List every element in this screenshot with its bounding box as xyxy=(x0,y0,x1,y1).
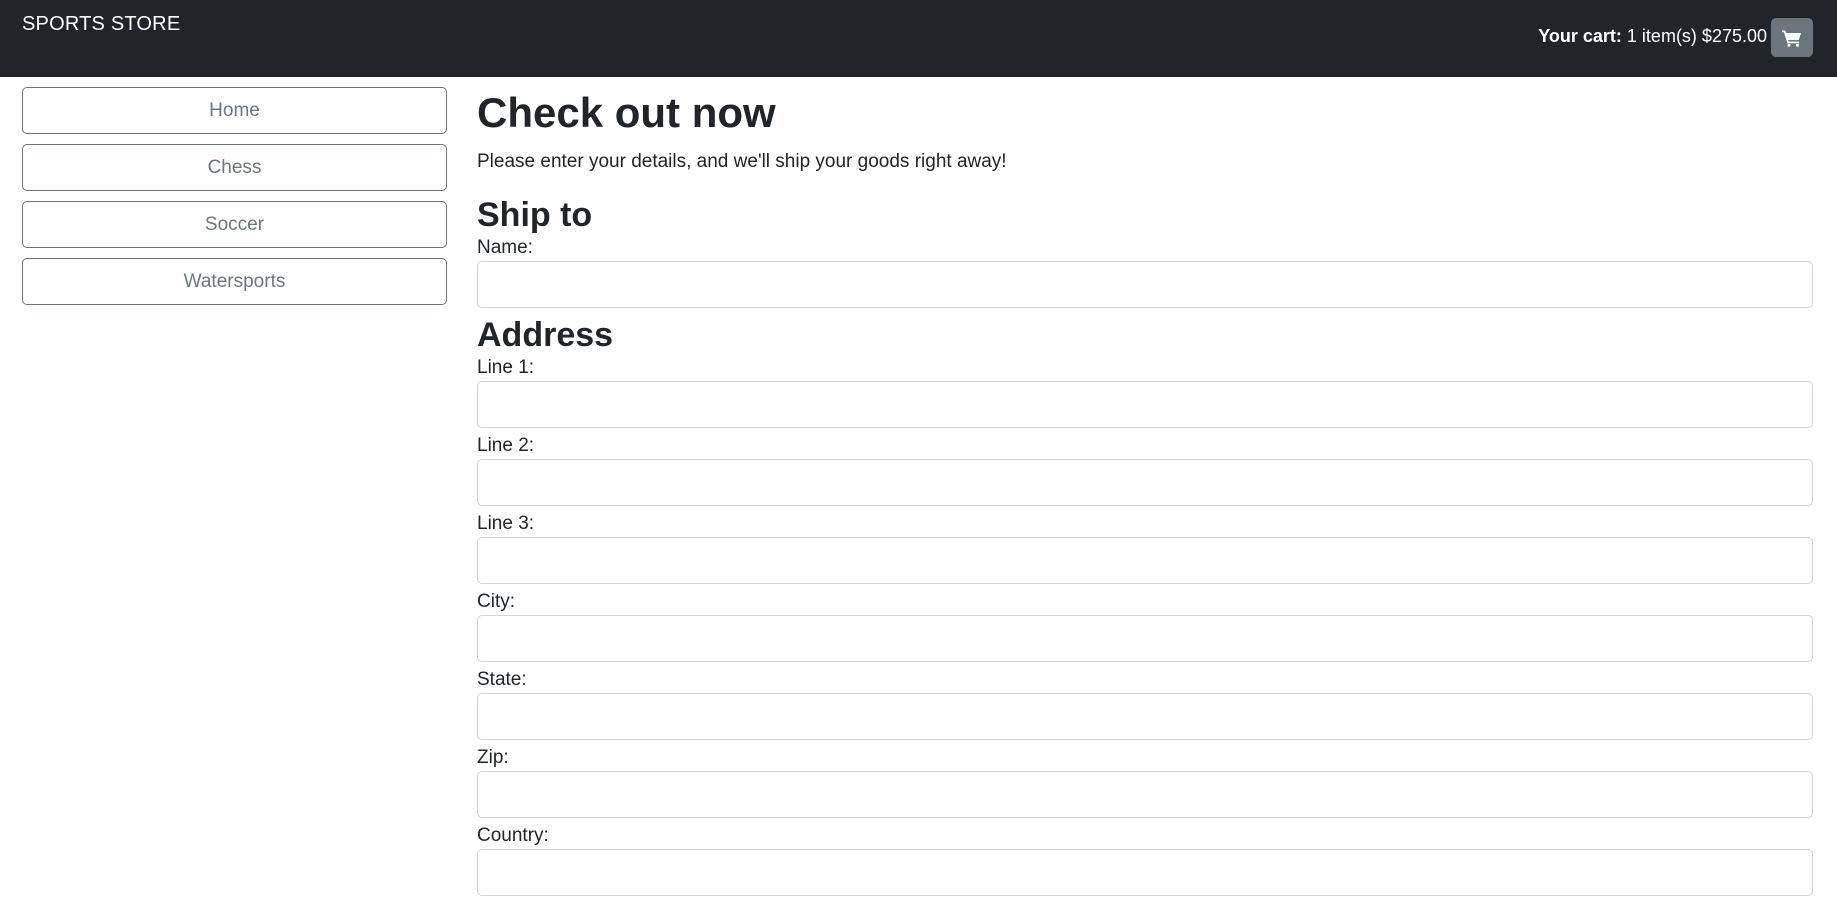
state-field-group: State: xyxy=(477,668,1813,740)
zip-label: Zip: xyxy=(477,747,509,768)
category-home-button[interactable]: Home xyxy=(22,87,447,134)
line3-input[interactable] xyxy=(477,537,1813,584)
page-title: Check out now xyxy=(477,89,776,136)
ship-to-heading: Ship to xyxy=(477,196,593,234)
checkout-form: Check out now Please enter your details,… xyxy=(477,80,1813,902)
name-field-group: Name: xyxy=(477,236,1813,308)
country-input[interactable] xyxy=(477,849,1813,896)
state-label: State: xyxy=(477,669,527,690)
city-label: City: xyxy=(477,591,515,612)
address-heading: Address xyxy=(477,316,614,354)
category-soccer-button[interactable]: Soccer xyxy=(22,201,447,248)
cart-summary-text: 1 item(s) $275.00 xyxy=(1626,26,1767,46)
country-label: Country: xyxy=(477,825,549,846)
cart-button[interactable] xyxy=(1771,18,1813,57)
name-label: Name: xyxy=(477,237,533,258)
city-field-group: City: xyxy=(477,590,1813,662)
line1-label: Line 1: xyxy=(477,357,535,378)
category-chess-button[interactable]: Chess xyxy=(22,144,447,191)
country-field-group: Country: xyxy=(477,824,1813,896)
line2-label: Line 2: xyxy=(477,435,535,456)
state-input[interactable] xyxy=(477,693,1813,740)
brand-title: SPORTS STORE xyxy=(22,13,181,35)
zip-field-group: Zip: xyxy=(477,746,1813,818)
category-sidebar: Home Chess Soccer Watersports xyxy=(22,87,447,315)
top-navbar: SPORTS STORE Your cart: 1 item(s) $275.0… xyxy=(0,0,1837,77)
cart-label: Your cart: xyxy=(1538,26,1622,46)
name-input[interactable] xyxy=(477,261,1813,308)
line1-field-group: Line 1: xyxy=(477,356,1813,428)
shopping-cart-icon xyxy=(1782,30,1801,47)
cart-summary: Your cart: 1 item(s) $275.00 xyxy=(1538,26,1767,47)
line2-input[interactable] xyxy=(477,459,1813,506)
category-watersports-button[interactable]: Watersports xyxy=(22,258,447,305)
intro-text: Please enter your details, and we'll shi… xyxy=(477,151,1007,172)
line1-input[interactable] xyxy=(477,381,1813,428)
city-input[interactable] xyxy=(477,615,1813,662)
zip-input[interactable] xyxy=(477,771,1813,818)
line2-field-group: Line 2: xyxy=(477,434,1813,506)
line3-label: Line 3: xyxy=(477,513,535,534)
line3-field-group: Line 3: xyxy=(477,512,1813,584)
